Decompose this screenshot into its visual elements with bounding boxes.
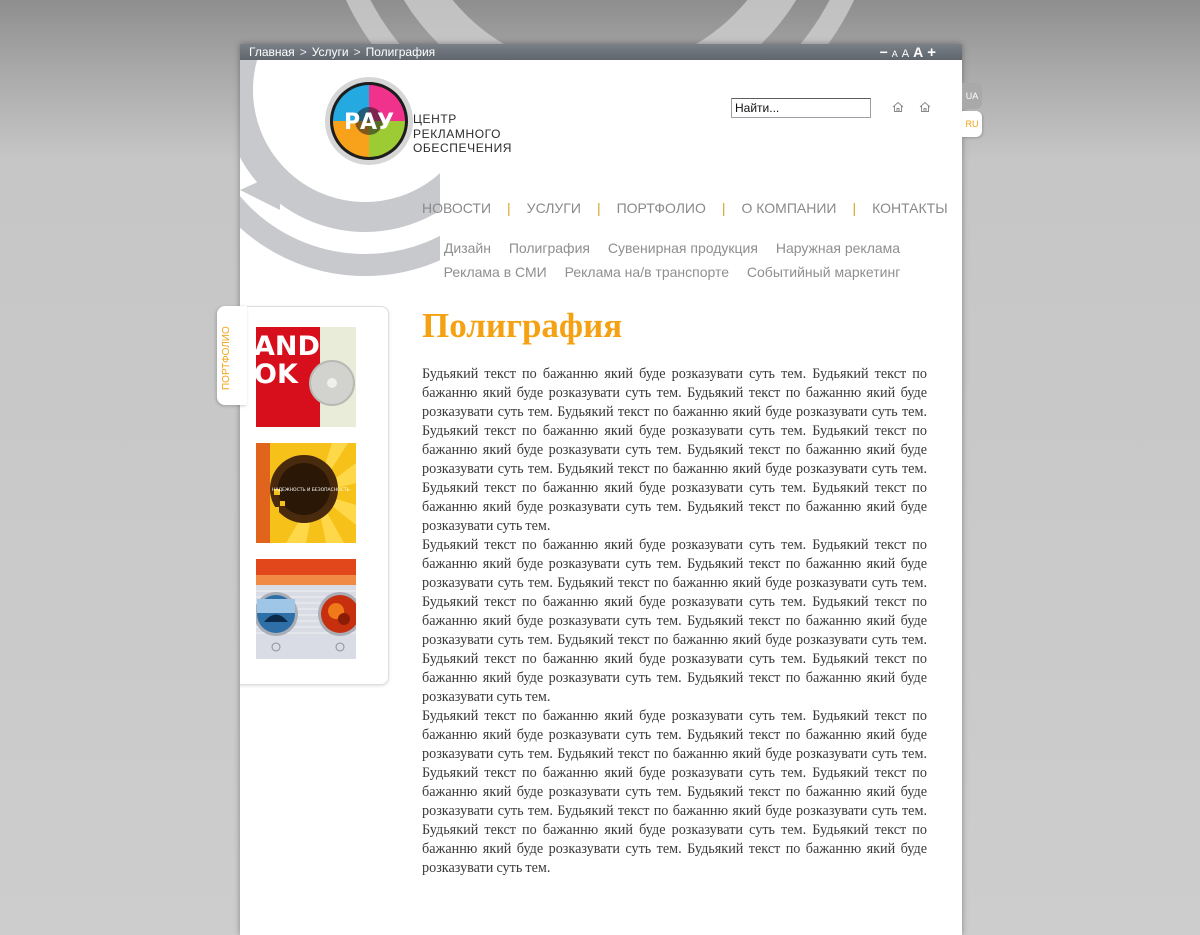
page-title: Полиграфия [422,306,623,345]
nav-separator: | [721,200,726,216]
nav-separator: | [852,200,857,216]
nav-about[interactable]: О КОМПАНИИ [741,200,836,216]
font-increase-button[interactable]: + [927,45,936,61]
portfolio-tab-label: ПОРТФОЛИО [221,326,232,390]
page-container: Главная > Услуги > Полиграфия − A A A + РАУ … [240,44,962,935]
logo-text: ЦЕНТР РЕКЛАМНОГО ОБЕСПЕЧЕНИЯ [413,112,512,156]
portfolio-thumb-elements[interactable] [256,559,356,659]
language-ua-tab[interactable]: UA [962,83,982,109]
breadcrumb-services[interactable]: Услуги [312,45,349,59]
font-decrease-button[interactable]: − [880,44,888,60]
sub-navigation: Дизайн Полиграфия Сувенирная продукция Н… [422,236,922,284]
content-paragraph: Будьякий текст по бажанню який буде розк… [422,708,927,876]
portfolio-panel: AND OK НАДЕЖНОСТЬ И БЕЗОПАСНОСТЬ [240,306,389,685]
logo-mark: РАУ [344,110,394,135]
portfolio-tab[interactable]: ПОРТФОЛИО [217,306,247,405]
font-large-button[interactable]: A [913,44,923,60]
language-ru-tab[interactable]: RU [962,111,982,137]
nav-portfolio[interactable]: ПОРТФОЛИО [617,200,706,216]
thumb-image [256,559,356,659]
breadcrumb-separator: > [299,45,307,59]
sub-nav-row: Реклама в СМИ Реклама на/в транспорте Со… [422,260,922,284]
thumb-image: НАДЕЖНОСТЬ И БЕЗОПАСНОСТЬ [256,443,356,543]
home-icon[interactable] [892,101,904,113]
home-icon[interactable] [919,101,931,113]
subnav-souvenirs[interactable]: Сувенирная продукция [608,240,758,256]
nav-separator: | [596,200,601,216]
subnav-printing[interactable]: Полиграфия [509,240,590,256]
portfolio-thumb-sunflower[interactable]: НАДЕЖНОСТЬ И БЕЗОПАСНОСТЬ [256,443,356,543]
logo-line3: ОБЕСПЕЧЕНИЯ [413,141,513,155]
subnav-events[interactable]: Событийный маркетинг [747,264,900,280]
nav-news[interactable]: НОВОСТИ [422,200,491,216]
thumb-image: AND OK [256,327,356,427]
content-paragraph: Будьякий текст по бажанню який буде розк… [422,366,927,534]
subnav-design[interactable]: Дизайн [444,240,491,256]
breadcrumb-home[interactable]: Главная [249,45,295,59]
font-small-button[interactable]: A [892,46,898,62]
thumb-text: AND [256,331,320,362]
thumb-text: НАДЕЖНОСТЬ И БЕЗОПАСНОСТЬ [272,487,350,493]
nav-separator: | [507,200,511,216]
breadcrumb: Главная > Услуги > Полиграфия [249,44,435,60]
breadcrumb-separator: > [353,45,361,59]
logo-line1: ЦЕНТР [413,112,457,126]
font-medium-button[interactable]: A [902,46,909,62]
nav-contacts[interactable]: КОНТАКТЫ [872,200,948,216]
subnav-transport[interactable]: Реклама на/в транспорте [565,264,729,280]
top-bar: Главная > Услуги > Полиграфия − A A A + [240,44,962,62]
subnav-media[interactable]: Реклама в СМИ [444,264,547,280]
main-navigation: НОВОСТИ | УСЛУГИ | ПОРТФОЛИО | О КОМПАНИ… [422,200,948,216]
font-size-controls: − A A A + [880,44,936,62]
content-text: Будьякий текст по бажанню який буде розк… [422,365,927,878]
content-paragraph: Будьякий текст по бажанню який буде розк… [422,537,927,705]
sub-nav-row: Дизайн Полиграфия Сувенирная продукция Н… [422,236,922,260]
search-input[interactable] [731,98,871,118]
subnav-outdoor[interactable]: Наружная реклама [776,240,900,256]
portfolio-thumb-handbook[interactable]: AND OK [256,327,356,427]
nav-services[interactable]: УСЛУГИ [527,200,581,216]
thumb-text: OK [256,359,299,390]
logo-emblem[interactable]: РАУ [324,76,414,166]
logo-line2: РЕКЛАМНОГО [413,126,502,141]
breadcrumb-current: Полиграфия [365,45,436,59]
